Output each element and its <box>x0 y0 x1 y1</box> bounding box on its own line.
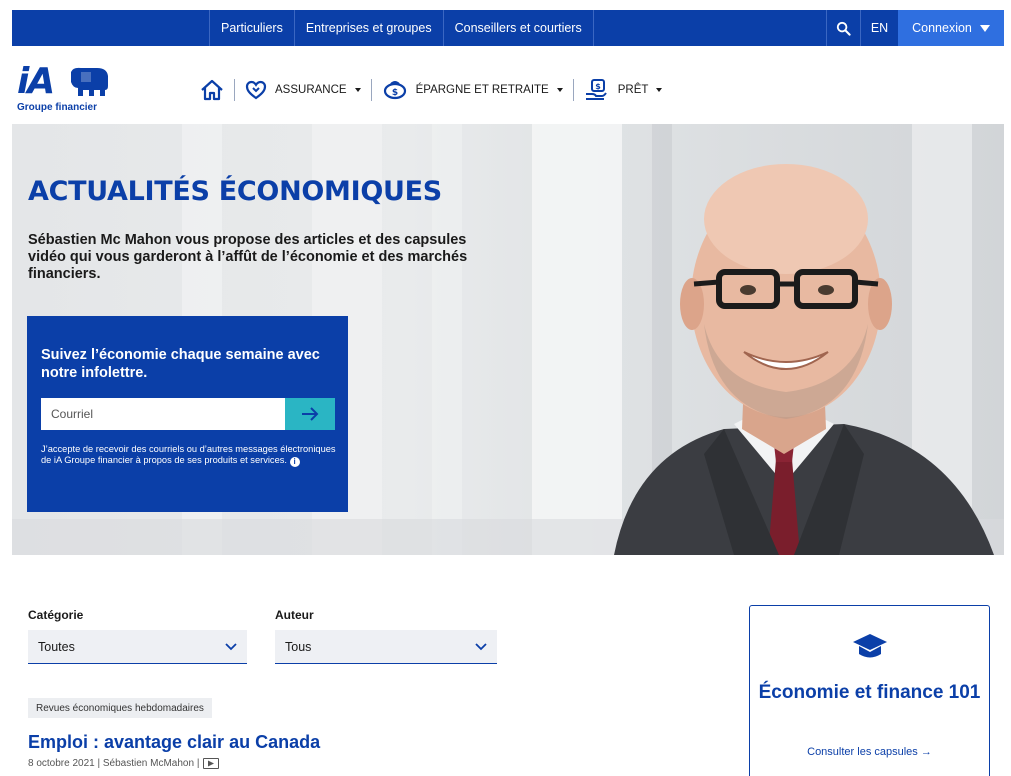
nav-items: ASSURANCE $ ÉPARGNE ET RETRAITE $ PRÊT <box>200 76 663 104</box>
loan-icon: $ <box>585 79 607 100</box>
nav-assurance[interactable]: ASSURANCE <box>245 80 361 100</box>
newsletter-title: Suivez l’économie chaque semaine avec no… <box>41 347 320 381</box>
category-selected-value: Toutes <box>38 639 75 654</box>
graduation-cap-icon <box>853 634 887 658</box>
chevron-down-icon <box>225 642 237 650</box>
main-navigation: iA Groupe financier ASSURANCE $ ÉPARGNE … <box>0 48 1011 124</box>
link-particuliers[interactable]: Particuliers <box>209 10 294 46</box>
elephant-logo-icon <box>71 67 108 96</box>
ia-logo[interactable]: iA Groupe financier <box>17 62 117 118</box>
hero-description: Sébastien Mc Mahon vous propose des arti… <box>28 232 468 282</box>
consent-text: J’accepte de recevoir des courriels ou d… <box>41 444 341 467</box>
utility-bar-inner: Particuliers Entreprises et groupes Cons… <box>12 10 1004 46</box>
link-conseillers[interactable]: Conseillers et courtiers <box>442 10 594 46</box>
nav-epargne-label: ÉPARGNE ET RETRAITE <box>415 84 549 96</box>
search-button[interactable] <box>826 10 860 46</box>
author-select[interactable]: Tous <box>275 630 497 664</box>
logo-wordmark: iA <box>17 61 55 102</box>
utility-fill <box>594 10 826 46</box>
nav-pret[interactable]: $ PRÊT <box>584 78 663 102</box>
email-field[interactable] <box>41 398 285 430</box>
consulter-capsules-link[interactable]: Consulter les capsules → <box>750 746 989 758</box>
nav-pret-label: PRÊT <box>617 84 649 96</box>
language-toggle[interactable]: EN <box>860 10 898 46</box>
heart-icon <box>245 80 267 100</box>
search-icon <box>836 21 851 36</box>
svg-text:$: $ <box>391 88 397 98</box>
arrow-right-icon <box>302 407 319 421</box>
newsletter-submit-button[interactable] <box>285 398 335 430</box>
category-filter-label: Catégorie <box>28 608 84 622</box>
article-date-author: 8 octobre 2021 | Sébastien McMahon | <box>28 758 200 769</box>
author-filter-label: Auteur <box>275 608 314 622</box>
article-meta: 8 octobre 2021 | Sébastien McMahon | <box>28 758 220 769</box>
nav-divider <box>234 79 235 101</box>
nav-assurance-label: ASSURANCE <box>275 84 347 96</box>
nav-epargne[interactable]: $ ÉPARGNE ET RETRAITE <box>382 80 563 100</box>
caret-down-icon <box>354 88 361 92</box>
newsletter-form <box>41 398 335 430</box>
caret-down-icon <box>656 88 663 92</box>
page-title: ACTUALITÉS ÉCONOMIQUES <box>28 176 442 207</box>
link-entreprises[interactable]: Entreprises et groupes <box>293 10 443 46</box>
economie-101-card: Économie et finance 101 Consulter les ca… <box>749 605 990 776</box>
caret-down-icon <box>556 88 563 92</box>
home-icon <box>201 79 223 101</box>
hero-banner: ACTUALITÉS ÉCONOMIQUES Sébastien Mc Maho… <box>12 124 1004 555</box>
portrait-image <box>614 164 994 555</box>
newsletter-box: Suivez l’économie chaque semaine avec no… <box>27 316 348 512</box>
caret-down-icon <box>979 24 990 32</box>
logo-subtitle: Groupe financier <box>17 102 98 113</box>
video-play-icon <box>203 758 220 769</box>
author-selected-value: Tous <box>285 639 312 654</box>
article-title-link[interactable]: Emploi : avantage clair au Canada <box>28 732 320 753</box>
card-title: Économie et finance 101 <box>758 682 981 703</box>
nav-divider <box>370 79 372 101</box>
utility-spacer <box>12 10 209 46</box>
utility-bar: Particuliers Entreprises et groupes Cons… <box>0 0 1011 48</box>
info-icon[interactable]: i <box>289 457 300 467</box>
category-select[interactable]: Toutes <box>28 630 247 664</box>
home-link[interactable] <box>200 79 224 101</box>
svg-text:$: $ <box>595 82 601 91</box>
connexion-label: Connexion <box>912 21 972 35</box>
category-tag[interactable]: Revues économiques hebdomadaires <box>28 698 212 718</box>
savings-icon: $ <box>383 81 406 100</box>
chevron-down-icon <box>475 642 487 650</box>
nav-divider <box>572 79 574 101</box>
connexion-button[interactable]: Connexion <box>898 10 1004 46</box>
